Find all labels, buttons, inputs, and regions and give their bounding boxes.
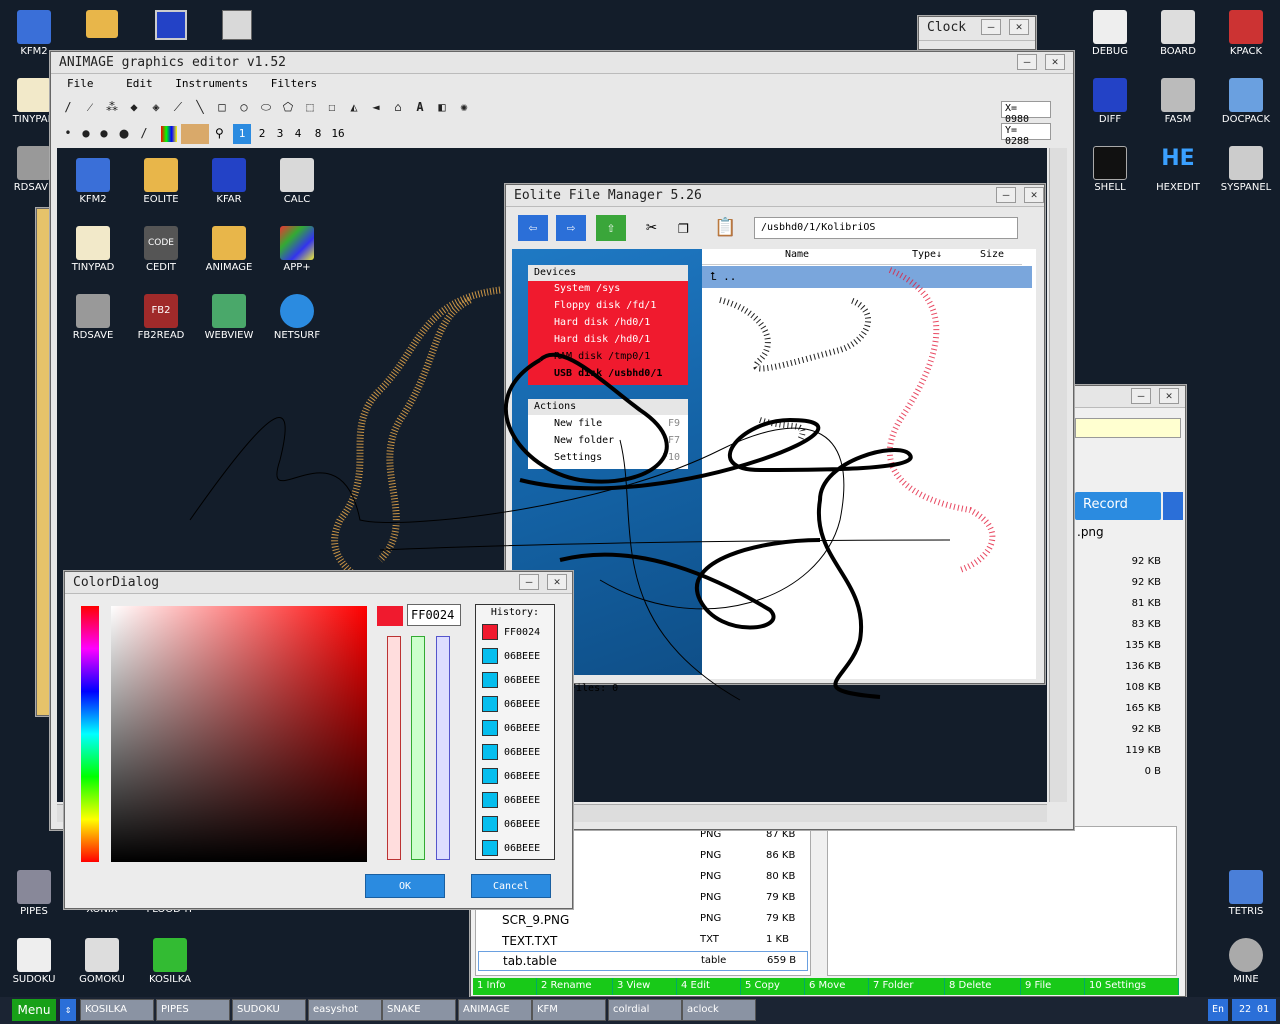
green-slider[interactable] — [411, 636, 425, 860]
history-item[interactable]: 06BEEE — [476, 740, 554, 764]
history-swatch — [482, 744, 498, 760]
blue-slider[interactable] — [436, 636, 450, 860]
menu-button[interactable]: Menu — [12, 999, 56, 1021]
history-item[interactable]: 06BEEE — [476, 692, 554, 716]
taskbar-item[interactable]: SUDOKU — [232, 999, 306, 1021]
taskbar-item[interactable]: KFM — [532, 999, 606, 1021]
history-swatch — [482, 624, 498, 640]
switch-icon[interactable]: ⇕ — [60, 999, 76, 1021]
history-swatch — [482, 840, 498, 856]
clock-display[interactable]: 22 01 — [1232, 999, 1276, 1021]
history-swatch — [482, 816, 498, 832]
history-item[interactable]: 06BEEE — [476, 788, 554, 812]
taskbar-item[interactable]: SNAKE — [382, 999, 456, 1021]
history-item[interactable]: 06BEEE — [476, 836, 554, 860]
history-item[interactable]: 06BEEE — [476, 668, 554, 692]
history-item[interactable]: 06BEEE — [476, 812, 554, 836]
history-swatch — [482, 792, 498, 808]
color-dialog-title: ColorDialog – ✕ — [65, 572, 572, 594]
taskbar-item[interactable]: easyshot — [308, 999, 382, 1021]
cancel-button[interactable]: Cancel — [471, 874, 551, 898]
red-slider[interactable] — [387, 636, 401, 860]
history-swatch — [482, 720, 498, 736]
color-preview — [377, 606, 403, 626]
taskbar-item[interactable]: PIPES — [156, 999, 230, 1021]
orange-spray-strokes — [331, 286, 501, 603]
red-spray-strokes — [886, 267, 996, 573]
history-item[interactable]: 06BEEE — [476, 716, 554, 740]
saturation-value-picker[interactable] — [111, 606, 367, 862]
history-title: History: — [490, 607, 540, 618]
hex-input[interactable]: FF0024 — [407, 604, 461, 626]
taskbar-item[interactable]: aclock — [682, 999, 756, 1021]
ok-button[interactable]: OK — [365, 874, 445, 898]
history-swatch — [482, 768, 498, 784]
taskbar-item[interactable]: ANIMAGE — [458, 999, 532, 1021]
history-swatch — [482, 672, 498, 688]
language-indicator[interactable]: En — [1208, 999, 1228, 1021]
taskbar-item[interactable]: colrdial — [608, 999, 682, 1021]
history-swatch — [482, 696, 498, 712]
close-button[interactable]: ✕ — [547, 574, 567, 590]
history-swatch — [482, 648, 498, 664]
hue-bar[interactable] — [81, 606, 99, 862]
taskbar-item[interactable]: KOSILKA — [80, 999, 154, 1021]
history-item[interactable]: FF0024 — [476, 620, 554, 644]
minimize-button[interactable]: – — [519, 574, 539, 590]
history-item[interactable]: 06BEEE — [476, 644, 554, 668]
color-dialog[interactable]: ColorDialog – ✕ FF0024 History: FF0024 0… — [64, 571, 573, 909]
history-item[interactable]: 06BEEE — [476, 764, 554, 788]
history-panel: History: FF0024 06BEEE 06BEEE 06BEEE 06B… — [475, 604, 555, 860]
